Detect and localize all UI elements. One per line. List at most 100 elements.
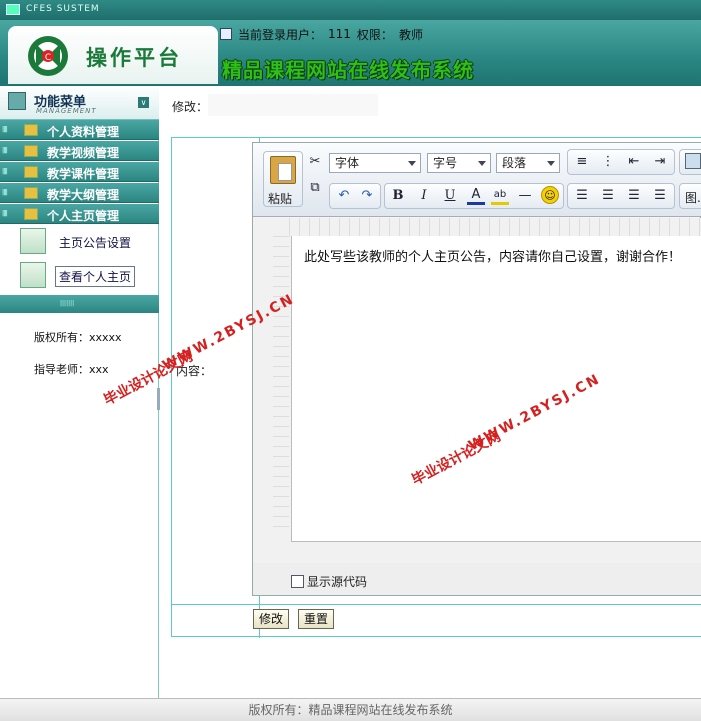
role-value: 教师 [398, 27, 423, 42]
align-left-icon[interactable]: ☰ [573, 187, 591, 205]
folder-icon [24, 208, 38, 220]
image-tools [679, 149, 701, 175]
cut-icon[interactable]: ✂ [306, 153, 324, 171]
list-tools: ≡ ⋮ ⇤ ⇥ [567, 149, 675, 175]
image-label[interactable]: 图. [685, 189, 701, 206]
dropdown-arrow-icon [547, 161, 555, 166]
computer-icon [6, 4, 20, 15]
horizontal-rule-icon[interactable]: — [516, 187, 534, 205]
italic-icon[interactable]: I [415, 187, 433, 205]
sidebar-item-label: 教学大纲管理 [47, 188, 120, 202]
menu-subtitle: MANAGEMENT [36, 107, 97, 115]
clipboard-tools: ✂ ⧉ [305, 151, 325, 207]
indent-icon[interactable]: ⇥ [651, 153, 669, 171]
menu-icon [8, 92, 26, 110]
size-select-value: 字号 [433, 156, 458, 170]
emoticon-icon[interactable]: ☺ [541, 186, 559, 204]
bold-icon[interactable]: B [389, 187, 407, 205]
font-color-icon[interactable]: A [467, 187, 485, 205]
outdent-icon[interactable]: ⇤ [625, 153, 643, 171]
grip-icon: |||| [2, 210, 8, 217]
copy-icon[interactable]: ⧉ [306, 179, 324, 197]
role-label: 权限： [356, 27, 393, 42]
folder-icon [24, 145, 38, 157]
folder-icon [24, 166, 38, 178]
format-tools: B I U A ab — ☺ [384, 183, 564, 209]
main-content: 修改： 内容： 粘贴 ✂ ⧉ 字体 字号 段落 ≡ ⋮ ⇤ ⇥ ↶ ↷ B I … [160, 86, 701, 698]
editor-footer: 显示源代码 [253, 563, 701, 595]
sidebar-item-courseware[interactable]: |||| 教学课件管理 [0, 162, 159, 182]
content-label: 内容： [176, 364, 213, 378]
sidebar-item-homepage[interactable]: |||| 个人主页管理 [0, 204, 159, 224]
grip-icon: ||||||| [60, 300, 75, 307]
user-value: 111 [328, 27, 351, 41]
align-center-icon[interactable]: ☰ [599, 187, 617, 205]
advisor-text: 指导老师：xxx [34, 363, 109, 376]
history-tools: ↶ ↷ [329, 183, 381, 209]
sidebar-item-video[interactable]: |||| 教学视频管理 [0, 141, 159, 161]
dropdown-arrow-icon [408, 161, 416, 166]
folder-icon [24, 124, 38, 136]
sidebar-item-label: 教学视频管理 [47, 146, 120, 160]
logo-text: 操作平台 [86, 45, 182, 70]
font-select-value: 字体 [335, 156, 360, 170]
show-source-checkbox[interactable] [291, 575, 304, 588]
editor-content-text: 此处写些该教师的个人主页公告，内容请你自己设置，谢谢合作！ [304, 250, 682, 265]
folder-icon [24, 187, 38, 199]
site-title: 精品课程网站在线发布系统 [222, 58, 474, 82]
editor-body: 此处写些该教师的个人主页公告，内容请你自己设置，谢谢合作！ [253, 218, 701, 563]
editor-content-area[interactable]: 此处写些该教师的个人主页公告，内容请你自己设置，谢谢合作！ [291, 236, 701, 542]
underline-icon[interactable]: U [441, 187, 459, 205]
reset-button[interactable]: 重置 [298, 609, 335, 629]
align-justify-icon[interactable]: ☰ [651, 187, 669, 205]
redo-icon[interactable]: ↷ [358, 187, 376, 205]
paste-button[interactable]: 粘贴 [263, 151, 303, 207]
sidebar-item-profile[interactable]: |||| 个人资料管理 [0, 120, 159, 140]
collapse-chevron-icon[interactable]: ∨ [138, 97, 149, 108]
bank-logo-icon: C [28, 36, 68, 76]
ordered-list-icon[interactable]: ≡ [573, 153, 591, 171]
sub-item-view-homepage[interactable]: 查看个人主页 [0, 260, 159, 292]
align-tools: ☰ ☰ ☰ ☰ [567, 183, 675, 209]
system-bar: CFES SUSTEM [0, 0, 701, 20]
top-ruler [289, 218, 701, 236]
submit-button[interactable]: 修改 [253, 609, 290, 629]
footer: 版权所有：精品课程网站在线发布系统 [0, 698, 701, 721]
rich-text-editor: 粘贴 ✂ ⧉ 字体 字号 段落 ≡ ⋮ ⇤ ⇥ ↶ ↷ B I U A ab —… [252, 142, 701, 596]
document-icon [220, 28, 232, 40]
font-select[interactable]: 字体 [329, 153, 421, 173]
clipboard-icon [270, 156, 296, 184]
menu-header: 功能菜单 MANAGEMENT ∨ [0, 86, 159, 120]
paste-label: 粘贴 [268, 192, 293, 206]
dropdown-arrow-icon [478, 161, 486, 166]
image-icon[interactable] [685, 153, 701, 169]
grip-icon: |||| [2, 168, 8, 175]
image-label-tools: 图. [679, 183, 701, 209]
sidebar: 功能菜单 MANAGEMENT ∨ |||| 个人资料管理 |||| 教学视频管… [0, 86, 159, 698]
modify-label: 修改： [172, 100, 209, 114]
form-button-row [171, 604, 701, 634]
paragraph-select-value: 段落 [502, 156, 527, 170]
sidebar-bottom-bar: ||||||| [0, 295, 159, 313]
sidebar-item-syllabus[interactable]: |||| 教学大纲管理 [0, 183, 159, 203]
svg-text:C: C [45, 53, 51, 63]
align-right-icon[interactable]: ☰ [625, 187, 643, 205]
system-label: CFES SUSTEM [26, 4, 100, 14]
user-card-icon [20, 262, 46, 288]
unordered-list-icon[interactable]: ⋮ [599, 153, 617, 171]
show-source-label: 显示源代码 [307, 575, 368, 589]
paragraph-select[interactable]: 段落 [496, 153, 560, 173]
sub-item-announcement[interactable]: 主页公告设置 [0, 226, 159, 258]
grip-icon: |||| [2, 147, 8, 154]
undo-icon[interactable]: ↶ [335, 187, 353, 205]
grip-icon: |||| [2, 126, 8, 133]
grip-icon: |||| [2, 189, 8, 196]
user-label: 当前登录用户： [238, 27, 323, 42]
show-source-toggle[interactable]: 显示源代码 [291, 573, 367, 590]
size-select[interactable]: 字号 [427, 153, 491, 173]
left-ruler [273, 236, 289, 536]
modify-input[interactable] [208, 94, 378, 116]
copyright-text: 版权所有：xxxxx [34, 331, 122, 344]
editor-toolbar: 粘贴 ✂ ⧉ 字体 字号 段落 ≡ ⋮ ⇤ ⇥ ↶ ↷ B I U A ab —… [253, 143, 701, 217]
highlight-icon[interactable]: ab [491, 187, 509, 205]
